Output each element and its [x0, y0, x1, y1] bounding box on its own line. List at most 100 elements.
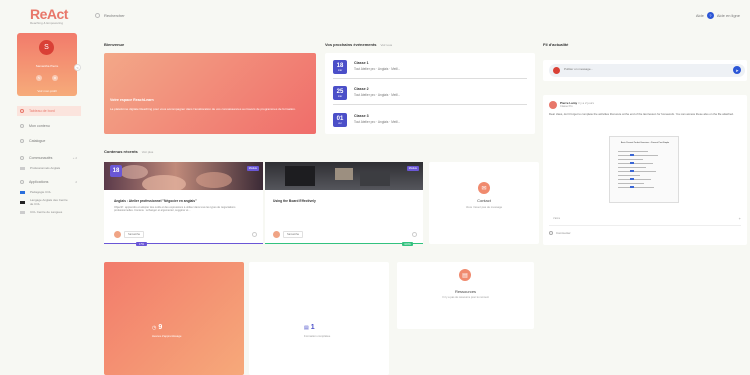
content-thumbnail: 18 Module: [104, 162, 263, 190]
search-icon: [95, 13, 100, 18]
desk-illustration: [285, 166, 390, 186]
contact-title: Contact: [477, 198, 491, 203]
catalog-icon: [20, 139, 24, 143]
post-reactions[interactable]: J'aime: [553, 217, 560, 220]
feed-section-title: Fil d'actualité: [543, 42, 569, 47]
logo[interactable]: ReAct: [30, 6, 68, 22]
content-date-badge: 18: [110, 165, 122, 177]
content-description: Objectif : apprendre et adopter des outi…: [114, 206, 236, 213]
course-item[interactable]: 18 mar Classe 1 Tout Atelier pro · Anglai…: [325, 55, 535, 79]
content-thumbnail: Module: [265, 162, 423, 190]
author-avatar: [114, 231, 121, 238]
resources-subtitle: Il n'y a pas de ressource pour le moment: [442, 296, 489, 299]
post-attachment[interactable]: Basic Present Perfect Exercises - Presen…: [609, 136, 679, 203]
home-icon: [20, 109, 24, 113]
course-date-badge: 25 mar: [333, 86, 347, 100]
settings-icon[interactable]: ⚙: [52, 75, 58, 81]
course-subtitle: Tout Atelier pro · Anglais · Meill...: [354, 67, 401, 71]
progress-bar: [265, 243, 423, 244]
group-icon: [20, 166, 25, 170]
content-title: Using the Board Effectively: [273, 199, 316, 203]
divider: [549, 225, 741, 226]
author-avatar[interactable]: [549, 101, 557, 109]
book-icon: [20, 124, 24, 128]
completed-label: Formation complétée: [304, 334, 331, 338]
clock-icon: [252, 232, 257, 237]
divider: [333, 78, 527, 79]
author-name[interactable]: Samantha: [283, 231, 303, 238]
course-item[interactable]: 01 avr Classe 3 Tout Atelier pro · Anglai…: [325, 108, 535, 132]
send-icon[interactable]: ➤: [733, 66, 741, 74]
learning-hours-card: ◷ 9 Heures d'apprentissage: [104, 262, 244, 375]
compose-input[interactable]: [564, 67, 724, 71]
post-group[interactable]: Classe Pro: [560, 105, 573, 108]
learning-hours-stat: ◷ 9: [152, 324, 163, 331]
add-icon[interactable]: +: [739, 216, 741, 221]
courses-see-all-link[interactable]: Voir tous: [381, 43, 393, 47]
hands-illustration: [120, 165, 232, 190]
search-input[interactable]: [104, 13, 224, 18]
content-tag: Module: [406, 166, 419, 171]
contact-subtitle: Vous n'avez pas de message: [465, 205, 503, 209]
apps-icon: [20, 180, 24, 184]
mail-icon: ✉: [478, 182, 490, 194]
comment-icon: [549, 231, 553, 235]
flag-icon: [20, 190, 25, 194]
help-link[interactable]: Aide: [696, 13, 704, 18]
content-card[interactable]: Module Using the Board Effectively Saman…: [265, 162, 423, 246]
course-date-badge: 18 mar: [333, 60, 347, 74]
top-nav: Aide ? Aide en ligne: [696, 12, 740, 19]
recent-see-all-link[interactable]: Voir plus: [142, 150, 154, 154]
sidebar-subitem-app-3[interactable]: CCL Centre de Langues: [20, 210, 62, 214]
progress-chip: 100%: [402, 242, 413, 246]
clock-icon: ◷: [152, 324, 157, 331]
course-item[interactable]: 25 mar Classe 2 Tout Atelier pro · Anglai…: [325, 81, 535, 105]
document-icon: ▤: [459, 269, 471, 281]
contact-card[interactable]: ✉ Contact Vous n'avez pas de message: [429, 162, 539, 244]
edit-icon[interactable]: ✎: [36, 75, 42, 81]
avatar[interactable]: S: [39, 40, 54, 55]
completed-card: ▤ 1 Formation complétée: [249, 262, 389, 375]
sidebar-item-my-content[interactable]: Mon contenu: [17, 121, 81, 131]
progress-chip: 17%: [136, 242, 147, 246]
feed-compose: ➤: [543, 60, 747, 81]
sidebar-item-dashboard[interactable]: Tableau de bord: [17, 106, 81, 116]
sidebar-collapse-button[interactable]: <: [74, 64, 81, 71]
progress-bar: [104, 243, 263, 244]
content-author: Samantha: [273, 231, 303, 238]
sidebar-item-applications[interactable]: Applications 2: [17, 177, 81, 187]
welcome-title: Votre espace ReachLearn: [110, 98, 154, 102]
clock-icon: [412, 232, 417, 237]
courses-section-title: Vos prochains événements Voir tous: [325, 42, 393, 47]
resources-card[interactable]: ▤ Ressources Il n'y a pas de ressource p…: [397, 262, 534, 329]
course-title: Classe 1: [354, 61, 369, 65]
content-tag: Module: [246, 166, 259, 171]
recent-section-title: Contenus récents Voir plus: [104, 149, 154, 154]
sidebar-item-communities[interactable]: Communautés + 2: [17, 153, 81, 163]
logo-text: ReAct: [30, 6, 68, 22]
resources-title: Ressources: [454, 289, 477, 294]
community-icon: [20, 156, 24, 160]
profile-card: S Samantha Pierre ✎ ⚙ Voir mon profil: [17, 33, 77, 96]
welcome-section-title: Bienvenue: [104, 42, 125, 47]
online-help-link[interactable]: Aide en ligne: [717, 13, 740, 18]
sidebar-subitem-community[interactable]: Professionnels Anglais: [20, 166, 60, 170]
help-icon[interactable]: ?: [706, 12, 714, 19]
sidebar-item-catalog[interactable]: Catalogue: [17, 136, 81, 146]
author-avatar: [273, 231, 280, 238]
course-date-badge: 01 avr: [333, 113, 347, 127]
content-title: Anglais : Atelier professionnel "Négocie…: [114, 199, 197, 203]
avatar: [553, 67, 560, 74]
flag-icon: [20, 210, 25, 214]
comment-button[interactable]: Commenter: [549, 231, 571, 235]
sidebar-subitem-app-1[interactable]: Pédagogie CCL: [20, 190, 51, 194]
course-subtitle: Tout Atelier pro · Anglais · Meill...: [354, 93, 401, 97]
feed-post: Pierre Lamy il y a 2 jours Classe Pro De…: [543, 95, 747, 245]
chart-icon: ▤: [304, 324, 309, 331]
flag-icon: [20, 200, 25, 204]
course-title: Classe 3: [354, 114, 369, 118]
content-card[interactable]: 18 Module Anglais : Atelier professionne…: [104, 162, 263, 246]
author-name[interactable]: Samantha: [124, 231, 144, 238]
profile-link[interactable]: Voir mon profil: [17, 89, 77, 93]
sidebar-subitem-app-2[interactable]: Langage Anglais des Centre de CCL: [20, 198, 70, 206]
